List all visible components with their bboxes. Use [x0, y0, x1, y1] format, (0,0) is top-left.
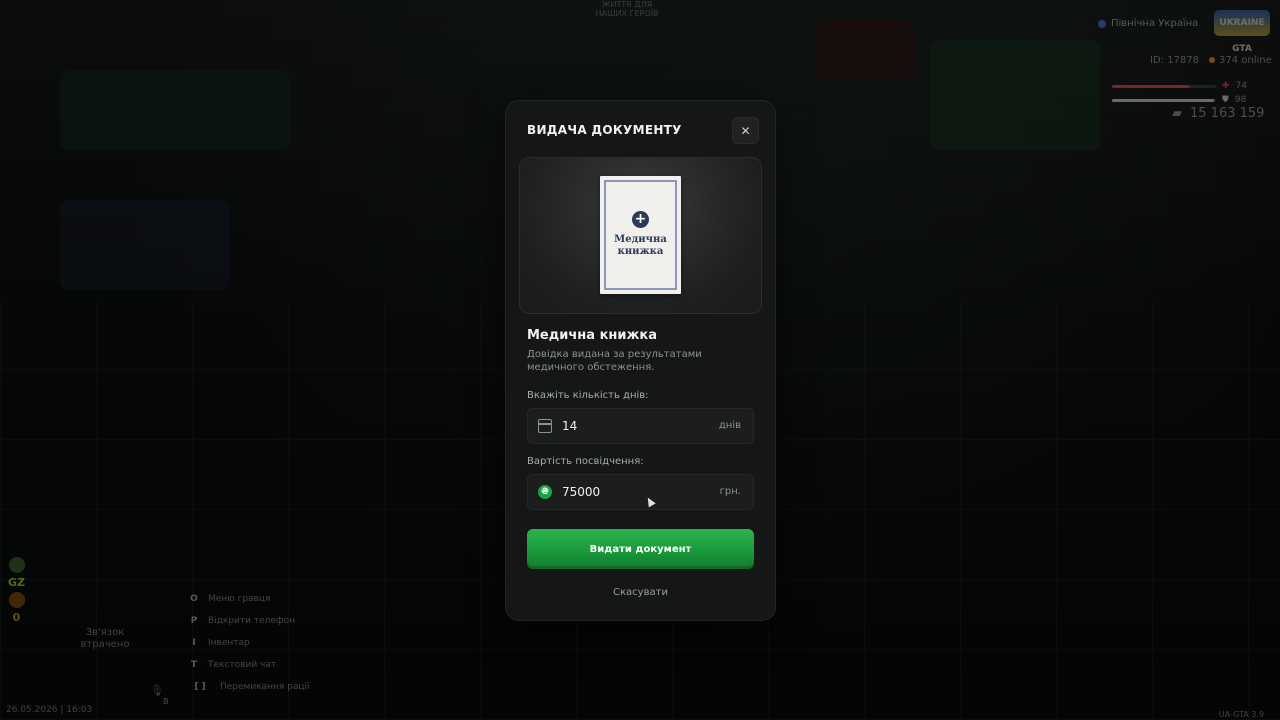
- modal-title: ВИДАЧА ДОКУМЕНТУ: [527, 123, 682, 137]
- document-preview: + Медична книжка: [519, 157, 762, 314]
- hryvnia-coin-icon: ₴: [538, 485, 552, 499]
- document-description: Довідка видана за результатами медичного…: [527, 349, 702, 373]
- issue-document-button[interactable]: Видати документ: [527, 529, 754, 569]
- days-unit: днів: [718, 420, 741, 431]
- close-button[interactable]: ✕: [732, 117, 759, 144]
- days-label: Вкажіть кількість днів:: [527, 390, 649, 401]
- days-field: днів: [527, 408, 754, 444]
- days-input[interactable]: [562, 417, 702, 435]
- document-name: Медична книжка: [527, 328, 658, 343]
- document-issue-modal: ВИДАЧА ДОКУМЕНТУ ✕ + Медична книжка Меди…: [505, 100, 776, 621]
- cancel-button[interactable]: Скасувати: [506, 587, 775, 598]
- calendar-icon: [538, 419, 552, 433]
- medical-plus-icon: +: [632, 211, 649, 228]
- document-card: + Медична книжка: [600, 176, 681, 294]
- cost-input[interactable]: [562, 483, 702, 501]
- cost-field: ₴ грн.: [527, 474, 754, 510]
- cost-unit: грн.: [719, 486, 741, 497]
- close-icon: ✕: [740, 123, 751, 138]
- document-card-title: Медична книжка: [614, 234, 667, 257]
- cost-label: Вартість посвідчення:: [527, 456, 644, 467]
